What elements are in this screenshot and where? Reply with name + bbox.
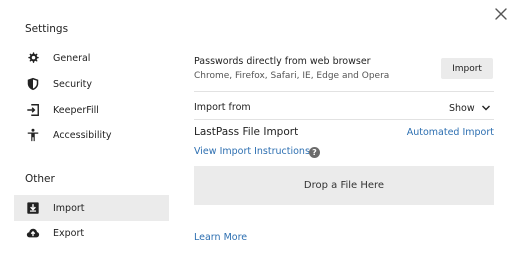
sign-in-icon	[26, 103, 40, 117]
file-drop-zone[interactable]: Drop a File Here	[194, 166, 494, 205]
divider	[194, 119, 494, 120]
other-heading: Other	[25, 173, 55, 185]
sidebar-item-security[interactable]: Security	[14, 71, 169, 97]
browser-import-subtitle: Chrome, Firefox, Safari, IE, Edge and Op…	[194, 71, 390, 81]
shield-icon	[26, 77, 40, 91]
automated-import-link[interactable]: Automated Import	[407, 127, 494, 138]
sidebar-item-export[interactable]: Export	[14, 220, 169, 246]
view-import-instructions-link[interactable]: View Import Instructions	[194, 146, 310, 157]
import-from-label: Import from	[194, 102, 251, 113]
settings-sidebar: Settings General Security KeeperFill Acc…	[0, 0, 176, 260]
sidebar-item-label: Security	[53, 78, 93, 90]
lastpass-import-title: LastPass File Import	[194, 126, 299, 138]
settings-heading: Settings	[25, 23, 69, 35]
import-panel: Passwords directly from web browser Chro…	[194, 0, 494, 260]
sidebar-item-import[interactable]: Import	[14, 195, 169, 221]
chevron-down-icon	[481, 105, 490, 111]
close-icon[interactable]	[493, 6, 509, 22]
gear-icon	[26, 51, 40, 65]
sidebar-item-keeperfill[interactable]: KeeperFill	[14, 97, 169, 123]
drop-zone-label: Drop a File Here	[303, 180, 385, 191]
sidebar-item-label: Import	[53, 202, 85, 214]
sidebar-item-general[interactable]: General	[14, 45, 169, 71]
sidebar-item-label: KeeperFill	[53, 104, 99, 116]
sidebar-item-label: Accessibility	[53, 129, 112, 141]
sidebar-item-accessibility[interactable]: Accessibility	[14, 122, 169, 148]
browser-import-title: Passwords directly from web browser	[194, 56, 371, 67]
divider	[194, 91, 494, 92]
show-toggle-label: Show	[449, 102, 475, 114]
learn-more-link[interactable]: Learn More	[194, 232, 247, 243]
accessibility-icon	[26, 128, 40, 142]
help-icon[interactable]: ?	[309, 147, 320, 158]
cloud-upload-icon	[26, 226, 40, 240]
sidebar-item-label: General	[53, 52, 91, 64]
import-icon	[26, 201, 40, 215]
sidebar-item-label: Export	[53, 227, 85, 239]
show-toggle[interactable]: Show	[449, 101, 491, 115]
browser-import-button[interactable]: Import	[441, 58, 493, 79]
